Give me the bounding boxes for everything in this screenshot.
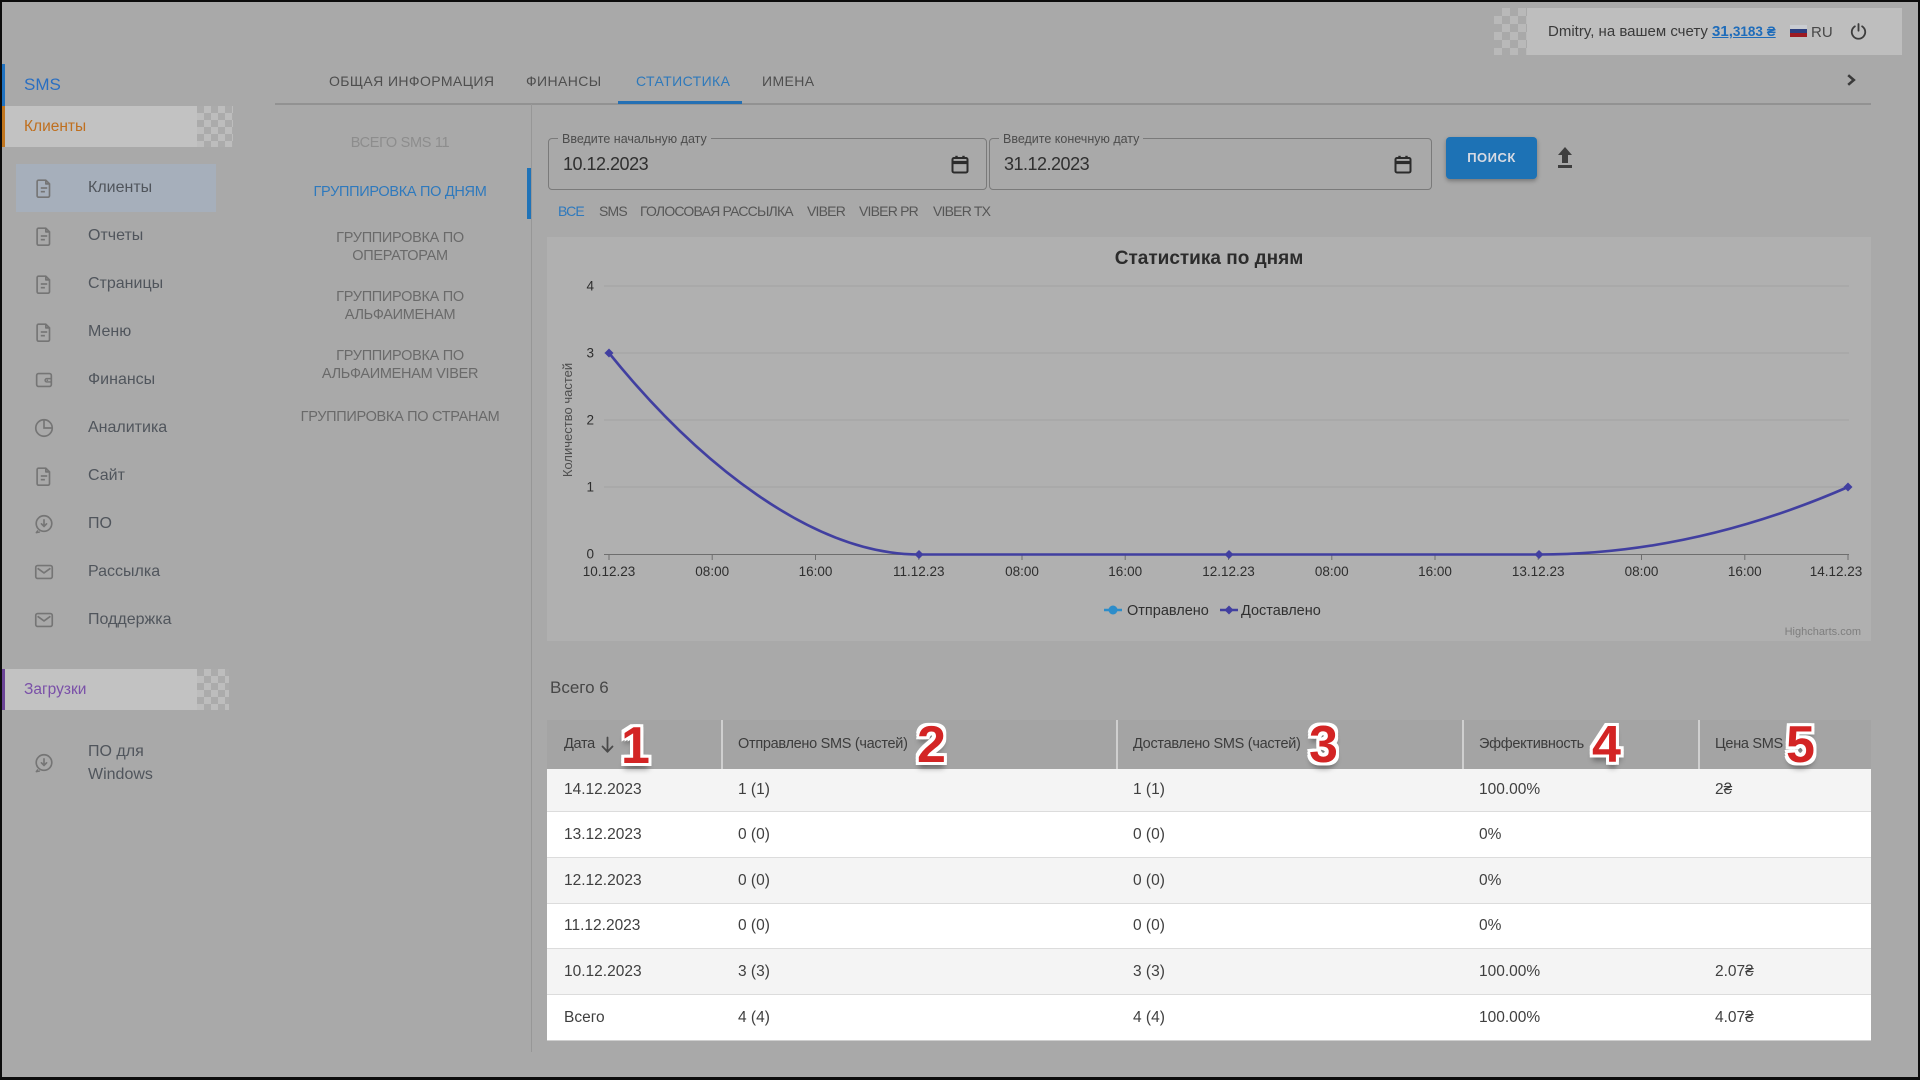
svg-text:16:00: 16:00 bbox=[1728, 564, 1762, 579]
svg-text:08:00: 08:00 bbox=[1315, 564, 1349, 579]
svg-text:Статистика по дням: Статистика по дням bbox=[1115, 248, 1304, 269]
svg-text:12.12.23: 12.12.23 bbox=[1202, 564, 1255, 579]
svg-text:0: 0 bbox=[586, 547, 594, 562]
svg-text:Отправлено: Отправлено bbox=[1127, 603, 1209, 619]
svg-text:4: 4 bbox=[586, 279, 594, 294]
svg-text:08:00: 08:00 bbox=[1625, 564, 1659, 579]
svg-text:3: 3 bbox=[586, 346, 594, 361]
svg-text:11.12.23: 11.12.23 bbox=[893, 564, 945, 579]
svg-text:Количество частей: Количество частей bbox=[560, 363, 575, 477]
svg-text:Доставлено: Доставлено bbox=[1241, 603, 1321, 619]
svg-text:08:00: 08:00 bbox=[695, 564, 729, 579]
svg-text:10.12.23: 10.12.23 bbox=[583, 564, 636, 579]
svg-text:16:00: 16:00 bbox=[1418, 564, 1452, 579]
svg-text:2: 2 bbox=[586, 413, 594, 428]
svg-text:16:00: 16:00 bbox=[799, 564, 833, 579]
svg-text:16:00: 16:00 bbox=[1108, 564, 1142, 579]
svg-text:08:00: 08:00 bbox=[1005, 564, 1039, 579]
svg-text:1: 1 bbox=[586, 480, 594, 495]
svg-text:13.12.23: 13.12.23 bbox=[1512, 564, 1565, 579]
svg-text:14.12.23: 14.12.23 bbox=[1810, 564, 1863, 579]
svg-text:Highcharts.com: Highcharts.com bbox=[1785, 626, 1861, 638]
